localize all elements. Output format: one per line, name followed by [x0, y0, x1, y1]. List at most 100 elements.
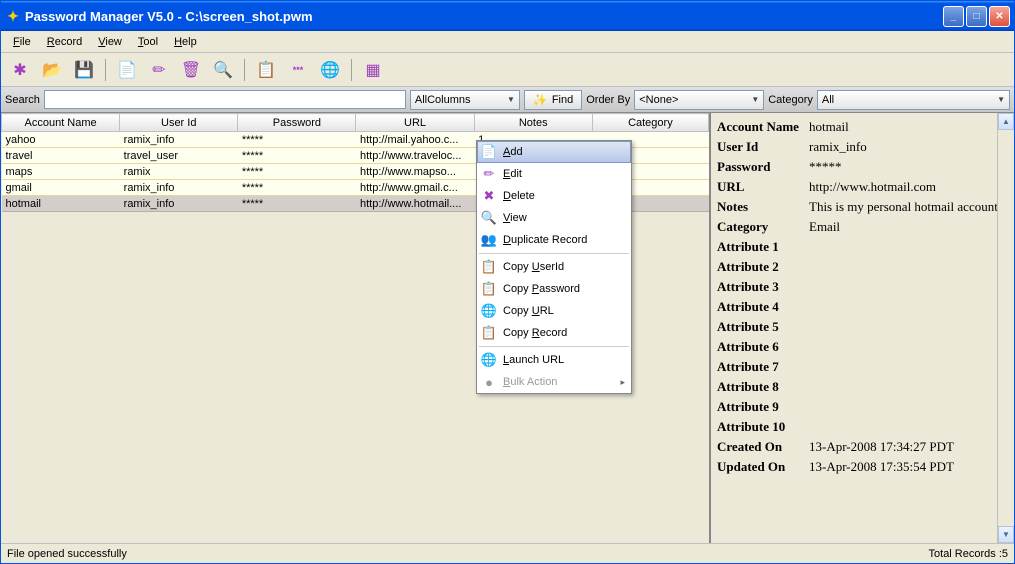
table-cell: yahoo	[2, 132, 120, 148]
copy-url-icon: 🌐	[481, 303, 497, 319]
detail-value	[809, 419, 1008, 435]
category-combo[interactable]: All	[817, 90, 1010, 110]
scroll-down-button[interactable]: ▼	[998, 526, 1014, 543]
globe-icon[interactable]: 🌐	[319, 59, 341, 81]
detail-row: Attribute 10	[717, 417, 1008, 437]
submenu-arrow-icon: ▸	[620, 377, 625, 388]
close-button[interactable]: ✕	[989, 6, 1010, 27]
context-menu-copy-password[interactable]: 📋Copy Password	[477, 278, 631, 300]
find-button[interactable]: ✨Find	[524, 90, 582, 110]
delete-icon: ✖	[481, 188, 497, 204]
edit-record-icon[interactable]: ✏	[148, 59, 170, 81]
context-menu-copy-userid[interactable]: 📋Copy UserId	[477, 256, 631, 278]
table-cell: ramix_info	[120, 196, 238, 212]
detail-label: Attribute 7	[717, 359, 809, 375]
detail-row: Attribute 2	[717, 257, 1008, 277]
menu-view[interactable]: View	[90, 34, 130, 50]
grid-icon[interactable]: ▦	[362, 59, 384, 81]
context-menu-add[interactable]: 📄Add	[477, 141, 631, 163]
new-file-icon[interactable]: ✱	[9, 59, 31, 81]
context-menu-launch-url[interactable]: 🌐 Launch URL	[477, 349, 631, 371]
detail-label: Notes	[717, 199, 809, 215]
orderby-label: Order By	[586, 94, 630, 106]
detail-label: Attribute 6	[717, 339, 809, 355]
table-cell: travel_user	[120, 148, 238, 164]
detail-value	[809, 399, 1008, 415]
column-filter-combo[interactable]: AllColumns	[410, 90, 520, 110]
column-header[interactable]: Password	[238, 114, 356, 132]
detail-value: hotmail	[809, 119, 1008, 135]
search-label: Search	[5, 94, 40, 106]
copy-icon[interactable]: 📋	[255, 59, 277, 81]
detail-row: Attribute 3	[717, 277, 1008, 297]
detail-value	[809, 339, 1008, 355]
detail-label: Account Name	[717, 119, 809, 135]
column-header[interactable]: Notes	[474, 114, 592, 132]
detail-label: User Id	[717, 139, 809, 155]
context-menu-copy-url[interactable]: 🌐Copy URL	[477, 300, 631, 322]
menubar: FileRecordViewToolHelp	[1, 31, 1014, 53]
titlebar[interactable]: ✦ Password Manager V5.0 - C:\screen_shot…	[1, 1, 1014, 31]
detail-row: Attribute 6	[717, 337, 1008, 357]
detail-row: Attribute 9	[717, 397, 1008, 417]
detail-row: Password*****	[717, 157, 1008, 177]
menu-item-label: Edit	[503, 168, 522, 180]
detail-label: Attribute 1	[717, 239, 809, 255]
add-record-icon[interactable]: 📄	[116, 59, 138, 81]
toolbar-separator	[105, 59, 106, 81]
scroll-up-button[interactable]: ▲	[998, 113, 1014, 130]
context-menu-view[interactable]: 🔍View	[477, 207, 631, 229]
column-header[interactable]: Account Name	[2, 114, 120, 132]
menu-item-label: Duplicate Record	[503, 234, 587, 246]
bulk-action-icon: ●	[481, 374, 497, 390]
table-cell: http://www.mapso...	[356, 164, 474, 180]
maximize-button[interactable]: □	[966, 6, 987, 27]
launch-url-icon: 🌐	[481, 352, 497, 368]
detail-value	[809, 299, 1008, 315]
password-icon[interactable]: ***	[287, 59, 309, 81]
search-input[interactable]	[44, 90, 406, 109]
detail-row: Created On13-Apr-2008 17:34:27 PDT	[717, 437, 1008, 457]
save-file-icon[interactable]: 💾	[73, 59, 95, 81]
context-menu-edit[interactable]: ✏Edit	[477, 163, 631, 185]
context-menu-copy-record[interactable]: 📋Copy Record	[477, 322, 631, 344]
searchbar: Search AllColumns ✨Find Order By <None> …	[1, 87, 1014, 113]
orderby-combo[interactable]: <None>	[634, 90, 764, 110]
menu-item-label: Launch URL	[503, 354, 564, 366]
detail-label: Attribute 3	[717, 279, 809, 295]
detail-value	[809, 379, 1008, 395]
table-cell: *****	[238, 196, 356, 212]
delete-record-icon[interactable]: 🗑	[180, 59, 202, 81]
table-cell: http://www.hotmail....	[356, 196, 474, 212]
column-header[interactable]: URL	[356, 114, 474, 132]
context-menu-duplicate-record[interactable]: 👥Duplicate Record	[477, 229, 631, 251]
table-cell: http://www.gmail.c...	[356, 180, 474, 196]
menu-tool[interactable]: Tool	[130, 34, 166, 50]
table-cell: http://www.traveloc...	[356, 148, 474, 164]
menu-separator	[479, 346, 629, 347]
minimize-button[interactable]: _	[943, 6, 964, 27]
table-cell: gmail	[2, 180, 120, 196]
column-header[interactable]: Category	[592, 114, 708, 132]
detail-row: Account Namehotmail	[717, 117, 1008, 137]
menu-record[interactable]: Record	[39, 34, 90, 50]
context-menu-delete[interactable]: ✖Delete	[477, 185, 631, 207]
table-cell: *****	[238, 180, 356, 196]
search-icon[interactable]: 🔍	[212, 59, 234, 81]
copy-password-icon: 📋	[481, 281, 497, 297]
detail-row: Updated On13-Apr-2008 17:35:54 PDT	[717, 457, 1008, 477]
open-file-icon[interactable]: 📂	[41, 59, 63, 81]
statusbar: File opened successfully Total Records :…	[1, 543, 1014, 563]
table-cell: travel	[2, 148, 120, 164]
menu-help[interactable]: Help	[166, 34, 205, 50]
detail-row: NotesThis is my personal hotmail account…	[717, 197, 1008, 217]
toolbar-separator	[351, 59, 352, 81]
column-header[interactable]: User Id	[120, 114, 238, 132]
menu-file[interactable]: File	[5, 34, 39, 50]
toolbar-separator	[244, 59, 245, 81]
context-menu-bulk-action: ●Bulk Action▸	[477, 371, 631, 393]
menu-item-label: Copy UserId	[503, 261, 564, 273]
detail-row: Attribute 7	[717, 357, 1008, 377]
detail-label: Attribute 4	[717, 299, 809, 315]
details-scrollbar[interactable]: ▲ ▼	[997, 113, 1014, 543]
